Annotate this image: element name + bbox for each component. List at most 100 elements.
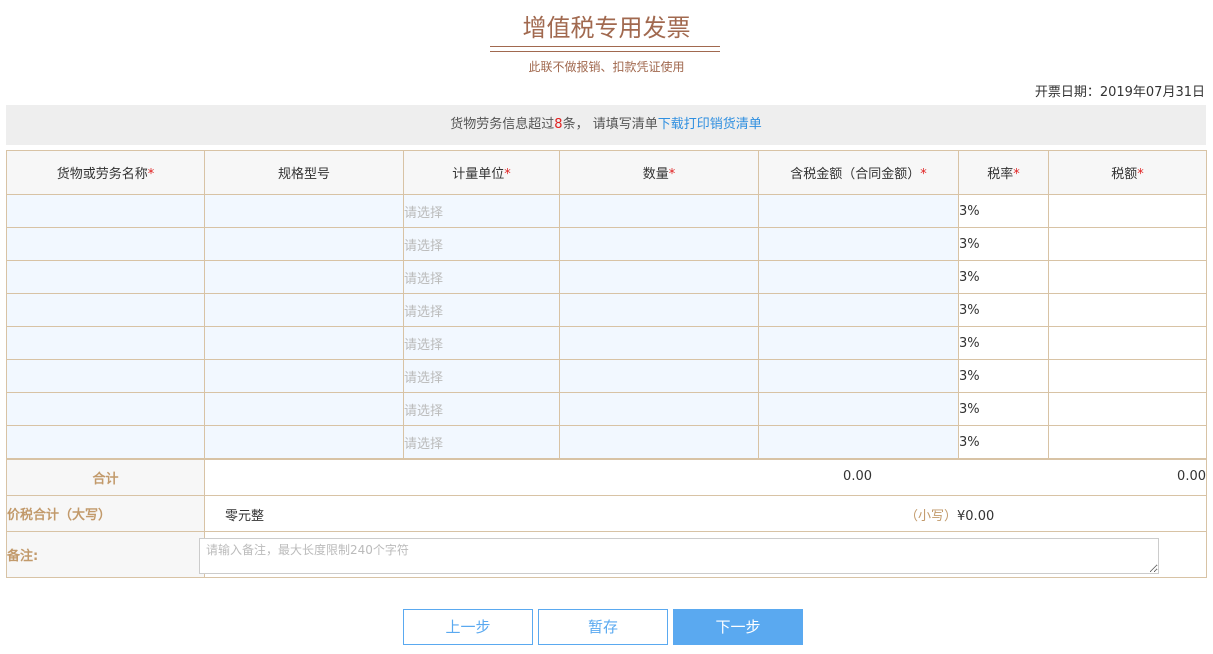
unit-select[interactable]: 请选择 xyxy=(403,359,560,393)
download-list-link[interactable]: 下载打印销货清单 xyxy=(658,117,762,132)
tax-rate-cell[interactable]: 3% xyxy=(958,392,1049,426)
table-row: 请选择 3% xyxy=(6,194,1207,228)
total-label: 合计 xyxy=(6,459,205,496)
issue-date: 开票日期：2019年07月31日 xyxy=(1035,81,1205,100)
spec-input[interactable] xyxy=(204,293,404,327)
grand-total-lower: （小写）¥0.00 xyxy=(905,505,994,524)
tax-rate-cell[interactable]: 3% xyxy=(958,194,1049,228)
goods-table: 货物或劳务名称* 规格型号 计量单位* 数量* 含税金额（合同金额）* 税率* … xyxy=(6,150,1207,459)
amount-input[interactable] xyxy=(758,359,959,393)
tax-amount-cell xyxy=(1048,194,1207,228)
remark-label: 备注: xyxy=(6,531,205,578)
notice-count: 8 xyxy=(554,117,563,132)
spec-input[interactable] xyxy=(204,392,404,426)
amount-input[interactable] xyxy=(758,326,959,360)
tax-amount-cell xyxy=(1048,425,1207,459)
invoice-subtitle: 此联不做报销、扣款凭证使用 xyxy=(528,60,685,74)
amount-input[interactable] xyxy=(758,260,959,294)
table-row: 请选择 3% xyxy=(6,293,1207,327)
col-header-goods-name: 货物或劳务名称* xyxy=(6,150,205,195)
spec-input[interactable] xyxy=(204,326,404,360)
tax-amount-cell xyxy=(1048,326,1207,360)
quantity-input[interactable] xyxy=(559,293,759,327)
table-row: 请选择 3% xyxy=(6,227,1207,261)
amount-input[interactable] xyxy=(758,293,959,327)
unit-select[interactable]: 请选择 xyxy=(403,194,560,228)
quantity-input[interactable] xyxy=(559,425,759,459)
unit-select[interactable]: 请选择 xyxy=(403,293,560,327)
total-values: 0.00 0.00 xyxy=(204,459,1207,496)
goods-name-input[interactable] xyxy=(6,293,205,327)
tax-amount-cell xyxy=(1048,293,1207,327)
col-header-spec: 规格型号 xyxy=(204,150,404,195)
tax-rate-cell[interactable]: 3% xyxy=(958,293,1049,327)
amount-input[interactable] xyxy=(758,392,959,426)
amount-input[interactable] xyxy=(758,425,959,459)
quantity-input[interactable] xyxy=(559,227,759,261)
amount-input[interactable] xyxy=(758,194,959,228)
tax-rate-cell[interactable]: 3% xyxy=(958,227,1049,261)
spec-input[interactable] xyxy=(204,227,404,261)
unit-select[interactable]: 请选择 xyxy=(403,326,560,360)
grand-total-row: 价税合计（大写） 零元整 （小写）¥0.00 xyxy=(6,495,1207,532)
tax-rate-cell[interactable]: 3% xyxy=(958,359,1049,393)
spec-input[interactable] xyxy=(204,194,404,228)
goods-name-input[interactable] xyxy=(6,194,205,228)
tax-rate-cell[interactable]: 3% xyxy=(958,260,1049,294)
notice-prefix: 货物劳务信息超过 xyxy=(450,117,555,132)
grand-total-lower-value: ¥0.00 xyxy=(957,509,995,524)
col-header-unit: 计量单位* xyxy=(403,150,560,195)
tax-rate-cell[interactable]: 3% xyxy=(958,326,1049,360)
col-header-quantity: 数量* xyxy=(559,150,759,195)
small-label: （小写） xyxy=(905,509,958,524)
grand-total-label: 价税合计（大写） xyxy=(6,495,205,532)
total-row: 合计 0.00 0.00 xyxy=(6,459,1207,496)
goods-name-input[interactable] xyxy=(6,425,205,459)
save-draft-button[interactable]: 暂存 xyxy=(538,609,668,645)
grand-total-values: 零元整 （小写）¥0.00 xyxy=(204,495,1207,532)
prev-step-button[interactable]: 上一步 xyxy=(403,609,533,645)
spec-input[interactable] xyxy=(204,359,404,393)
table-row: 请选择 3% xyxy=(6,326,1207,360)
table-row: 请选择 3% xyxy=(6,359,1207,393)
tax-amount-cell xyxy=(1048,359,1207,393)
amount-total: 0.00 xyxy=(843,469,872,484)
tax-rate-cell[interactable]: 3% xyxy=(958,425,1049,459)
invoice-title: 增值税专用发票 xyxy=(522,14,691,42)
table-row: 请选择 3% xyxy=(6,392,1207,426)
remark-input[interactable] xyxy=(199,538,1159,574)
spec-input[interactable] xyxy=(204,260,404,294)
goods-name-input[interactable] xyxy=(6,392,205,426)
quantity-input[interactable] xyxy=(559,392,759,426)
tax-amount-cell xyxy=(1048,227,1207,261)
unit-select[interactable]: 请选择 xyxy=(403,425,560,459)
goods-name-input[interactable] xyxy=(6,227,205,261)
quantity-input[interactable] xyxy=(559,359,759,393)
spec-input[interactable] xyxy=(204,425,404,459)
tax-amount-cell xyxy=(1048,260,1207,294)
tax-amount-cell xyxy=(1048,392,1207,426)
quantity-input[interactable] xyxy=(559,326,759,360)
goods-name-input[interactable] xyxy=(6,359,205,393)
unit-select[interactable]: 请选择 xyxy=(403,227,560,261)
amount-input[interactable] xyxy=(758,227,959,261)
title-underline xyxy=(490,46,720,52)
grand-total-upper: 零元整 xyxy=(225,509,265,524)
table-row: 请选择 3% xyxy=(6,260,1207,294)
col-header-amount: 含税金额（合同金额）* xyxy=(758,150,959,195)
quantity-input[interactable] xyxy=(559,194,759,228)
goods-name-input[interactable] xyxy=(6,326,205,360)
goods-name-input[interactable] xyxy=(6,260,205,294)
quantity-input[interactable] xyxy=(559,260,759,294)
tax-total: 0.00 xyxy=(1177,469,1206,484)
next-step-button[interactable]: 下一步 xyxy=(673,609,803,645)
table-header-row: 货物或劳务名称* 规格型号 计量单位* 数量* 含税金额（合同金额）* 税率* … xyxy=(6,150,1207,195)
col-header-tax-rate: 税率* xyxy=(958,150,1049,195)
issue-date-value: 2019年07月31日 xyxy=(1099,85,1205,100)
col-header-tax-amount: 税额* xyxy=(1048,150,1207,195)
unit-select[interactable]: 请选择 xyxy=(403,260,560,294)
issue-date-label: 开票日期： xyxy=(1034,85,1100,100)
notice-suffix: 条， 请填写清单 xyxy=(562,117,658,132)
table-row: 请选择 3% xyxy=(6,425,1207,459)
unit-select[interactable]: 请选择 xyxy=(403,392,560,426)
